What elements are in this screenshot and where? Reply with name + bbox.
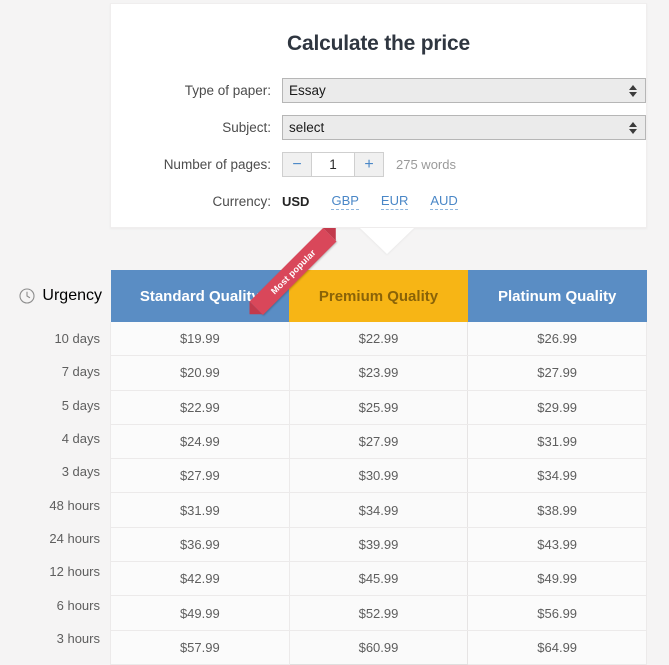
price-cell[interactable]: $60.99 [288, 630, 469, 665]
pricing-table-body: $19.99 $22.99 $26.99 $20.99 $23.99 $27.99 $22.… [110, 322, 647, 665]
price-cell[interactable]: $57.99 [110, 630, 290, 665]
price-cell[interactable]: $39.99 [288, 527, 469, 563]
words-count-note: 275 words [396, 157, 456, 172]
price-cell[interactable]: $34.99 [467, 458, 647, 494]
clock-icon [19, 288, 35, 304]
table-row: $24.99 $27.99 $31.99 [110, 424, 647, 460]
urgency-header: Urgency [0, 270, 110, 322]
type-of-paper-select[interactable]: Essay [282, 78, 646, 103]
panel-pointer-triangle [360, 228, 414, 254]
table-header-row: Standard Quality Most popular Premium Qu… [110, 228, 647, 322]
subject-label: Subject: [222, 120, 271, 135]
chevron-updown-icon [626, 120, 639, 136]
type-of-paper-row: Type of paper: Essay [111, 78, 646, 103]
urgency-level-label: 6 hours [56, 597, 100, 613]
price-cell[interactable]: $26.99 [467, 322, 647, 357]
price-cell[interactable]: $43.99 [467, 527, 647, 563]
page-title: Calculate the price [287, 32, 470, 55]
urgency-level-label: 10 days [54, 331, 100, 347]
subject-select[interactable]: select [282, 115, 646, 140]
column-header-premium-label: Premium Quality [318, 287, 439, 305]
price-cell[interactable]: $56.99 [467, 595, 647, 631]
price-cell[interactable]: $31.99 [110, 492, 290, 528]
price-cell[interactable]: $34.99 [288, 492, 469, 528]
price-cell[interactable]: $38.99 [467, 492, 647, 528]
price-cell[interactable]: $45.99 [288, 561, 469, 597]
price-cell[interactable]: $30.99 [288, 458, 469, 494]
quantity-stepper[interactable]: − 1 + [282, 152, 384, 177]
price-cell[interactable]: $20.99 [110, 355, 290, 391]
subject-value: select [289, 120, 325, 135]
type-of-paper-label: Type of paper: [184, 83, 271, 98]
chevron-updown-icon [626, 83, 639, 99]
urgency-level-label: 48 hours [49, 497, 100, 513]
urgency-level-label: 4 days [61, 431, 100, 447]
price-cell[interactable]: $64.99 [467, 630, 647, 665]
table-row: $36.99 $39.99 $43.99 [110, 527, 647, 563]
number-of-pages-row: Number of pages: − 1 + 275 words [111, 152, 646, 177]
urgency-level-label: 5 days [61, 397, 100, 413]
price-cell[interactable]: $31.99 [467, 424, 647, 460]
urgency-header-label: Urgency [42, 287, 102, 304]
urgency-level-label: 3 days [61, 464, 100, 480]
currency-option-gbp[interactable]: GBP [331, 193, 359, 210]
price-cell[interactable]: $27.99 [110, 458, 290, 494]
currency-option-aud[interactable]: AUD [430, 193, 458, 210]
price-cell[interactable]: $27.99 [288, 424, 469, 460]
price-cell[interactable]: $42.99 [110, 561, 290, 597]
price-cell[interactable]: $22.99 [110, 390, 290, 425]
subject-row: Subject: select [111, 115, 646, 140]
price-cell[interactable]: $36.99 [110, 527, 290, 563]
price-cell[interactable]: $24.99 [110, 424, 290, 460]
pricing-table: Standard Quality Most popular Premium Qu… [110, 228, 647, 665]
currency-option-eur[interactable]: EUR [380, 193, 409, 210]
urgency-level-label: 3 hours [56, 630, 100, 646]
pages-input[interactable]: 1 [311, 153, 355, 176]
table-row: $22.99 $25.99 $29.99 [110, 390, 647, 425]
number-of-pages-label: Number of pages: [163, 157, 271, 172]
decrement-pages-button[interactable]: − [283, 153, 311, 176]
price-cell[interactable]: $49.99 [467, 561, 647, 597]
table-row: $31.99 $34.99 $38.99 [110, 492, 647, 528]
table-row: $42.99 $45.99 $49.99 [110, 561, 647, 597]
table-row: $27.99 $30.99 $34.99 [110, 458, 647, 494]
price-cell[interactable]: $27.99 [467, 355, 647, 391]
price-calculator-panel: Calculate the price Type of paper: Essay… [110, 3, 647, 228]
price-cell[interactable]: $23.99 [288, 355, 469, 391]
currency-option-usd[interactable]: USD [282, 194, 309, 209]
type-of-paper-value: Essay [289, 83, 326, 98]
price-cell[interactable]: $52.99 [288, 595, 469, 631]
price-cell[interactable]: $29.99 [467, 390, 647, 425]
urgency-level-label: 7 days [61, 364, 100, 380]
price-cell[interactable]: $22.99 [288, 322, 469, 357]
price-cell[interactable]: $19.99 [110, 322, 290, 357]
table-row: $49.99 $52.99 $56.99 [110, 595, 647, 631]
currency-row: Currency: USD GBP EUR AUD [111, 193, 646, 210]
price-cell[interactable]: $49.99 [110, 595, 290, 631]
column-header-platinum[interactable]: Platinum Quality [467, 270, 647, 322]
urgency-level-label: 12 hours [49, 564, 100, 580]
price-cell[interactable]: $25.99 [288, 390, 469, 425]
table-row: $20.99 $23.99 $27.99 [110, 355, 647, 391]
urgency-column: Urgency 10 days 7 days 5 days 4 days 3 days 4… [0, 270, 110, 655]
increment-pages-button[interactable]: + [355, 153, 383, 176]
ribbon-wrapper: Most popular [249, 228, 337, 315]
table-row: $57.99 $60.99 $64.99 [110, 630, 647, 665]
urgency-level-label: 24 hours [49, 530, 100, 546]
currency-label: Currency: [212, 194, 271, 209]
table-row: $19.99 $22.99 $26.99 [110, 322, 647, 357]
column-header-premium[interactable]: Most popular Premium Quality [249, 228, 468, 322]
